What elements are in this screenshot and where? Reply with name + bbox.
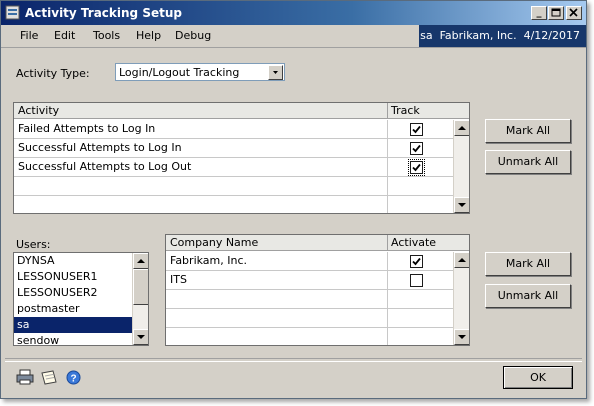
menu-file[interactable]: File: [20, 29, 38, 42]
activity-grid-header: Activity Track: [14, 103, 469, 119]
close-button[interactable]: [566, 6, 582, 20]
arrow-up-icon: [458, 126, 466, 130]
list-item[interactable]: LESSONUSER1: [14, 269, 133, 285]
company-grid: Company Name Activate Fabrikam, Inc. ITS: [165, 234, 470, 346]
ok-label: OK: [530, 371, 546, 384]
users-label: Users:: [16, 238, 51, 251]
mark-all-label: Mark All: [505, 124, 551, 137]
app-icon: [5, 5, 20, 20]
table-row[interactable]: [14, 196, 453, 213]
activity-name: Successful Attempts to Log In: [18, 141, 182, 154]
track-checkbox[interactable]: [410, 123, 423, 136]
minimize-button[interactable]: _: [531, 6, 547, 20]
table-row[interactable]: [14, 177, 453, 196]
list-item[interactable]: postmaster: [14, 301, 133, 317]
company-grid-header: Company Name Activate: [166, 235, 469, 251]
list-item[interactable]: sendow: [14, 333, 133, 345]
chevron-down-icon: [273, 71, 278, 74]
track-checkbox[interactable]: [410, 142, 423, 155]
note-icon[interactable]: [39, 369, 59, 386]
minimize-icon: _: [536, 7, 542, 18]
user-company-date: sa Fabrikam, Inc. 4/12/2017: [419, 25, 586, 47]
checkmark-icon: [412, 163, 421, 172]
company-name-column-header[interactable]: Company Name: [170, 235, 258, 251]
menu-tools[interactable]: Tools: [93, 29, 120, 42]
help-icon[interactable]: ?: [66, 370, 81, 385]
company-name: ITS: [170, 273, 187, 286]
unmark-all-label: Unmark All: [497, 289, 559, 302]
scroll-up-button[interactable]: [133, 253, 148, 269]
unmark-all-label: Unmark All: [497, 155, 559, 168]
track-column-header[interactable]: Track: [391, 103, 420, 119]
table-row[interactable]: Successful Attempts to Log In: [14, 139, 453, 158]
arrow-down-icon: [458, 335, 466, 339]
activity-grid: Activity Track Failed Attempts to Log In…: [13, 102, 470, 214]
table-row[interactable]: [166, 309, 453, 328]
table-row[interactable]: ITS: [166, 271, 453, 290]
company-grid-scrollbar[interactable]: [453, 252, 469, 345]
title-bar: Activity Tracking Setup _: [1, 1, 586, 25]
arrow-up-icon: [458, 258, 466, 262]
users-list[interactable]: DYNSA LESSONUSER1 LESSONUSER2 postmaster…: [13, 252, 149, 346]
table-row[interactable]: Successful Attempts to Log Out: [14, 158, 453, 177]
scroll-down-button[interactable]: [454, 329, 469, 345]
table-row[interactable]: Fabrikam, Inc.: [166, 252, 453, 271]
company-name: Fabrikam, Inc.: [170, 254, 248, 267]
menu-edit[interactable]: Edit: [54, 29, 75, 42]
menu-help[interactable]: Help: [136, 29, 161, 42]
menu-debug[interactable]: Debug: [175, 29, 211, 42]
table-row[interactable]: [166, 290, 453, 309]
maximize-icon: [551, 8, 561, 17]
activity-name: Failed Attempts to Log In: [18, 122, 156, 135]
table-row[interactable]: [166, 328, 453, 345]
list-item[interactable]: DYNSA: [14, 253, 133, 269]
dropdown-button[interactable]: [268, 65, 283, 80]
checkmark-icon: [412, 257, 421, 266]
scroll-thumb[interactable]: [133, 269, 148, 305]
arrow-up-icon: [137, 259, 145, 263]
activity-type-value: Login/Logout Tracking: [119, 66, 240, 79]
activity-type-dropdown[interactable]: Login/Logout Tracking: [115, 63, 285, 81]
activate-checkbox[interactable]: [410, 255, 423, 268]
checkmark-icon: [412, 125, 421, 134]
activity-grid-scrollbar[interactable]: [453, 120, 469, 213]
unmark-all-company-button[interactable]: Unmark All: [485, 284, 571, 308]
users-scrollbar[interactable]: [132, 253, 148, 345]
track-checkbox[interactable]: [408, 159, 425, 176]
mark-all-label: Mark All: [505, 257, 551, 270]
activity-column-header[interactable]: Activity: [18, 103, 59, 119]
list-item-selected[interactable]: sa: [14, 317, 133, 333]
scroll-up-button[interactable]: [454, 120, 469, 136]
unmark-all-activity-button[interactable]: Unmark All: [485, 150, 571, 174]
activity-type-label: Activity Type:: [16, 67, 90, 80]
activate-checkbox[interactable]: [410, 274, 423, 287]
list-item[interactable]: LESSONUSER2: [14, 285, 133, 301]
svg-text:?: ?: [70, 374, 76, 385]
mark-all-company-button[interactable]: Mark All: [485, 252, 571, 276]
window-title: Activity Tracking Setup: [25, 6, 182, 20]
printer-icon[interactable]: [15, 368, 35, 386]
activity-name: Successful Attempts to Log Out: [18, 160, 192, 173]
arrow-down-icon: [137, 335, 145, 339]
scroll-up-button[interactable]: [454, 252, 469, 268]
close-icon: [569, 8, 578, 17]
checkmark-icon: [412, 144, 421, 153]
footer-divider: [5, 358, 582, 362]
maximize-button[interactable]: [548, 6, 564, 20]
scroll-down-button[interactable]: [454, 197, 469, 213]
ok-button[interactable]: OK: [503, 366, 573, 389]
activity-tracking-setup-window: Activity Tracking Setup _ File Edit Tool…: [0, 0, 587, 399]
arrow-down-icon: [458, 203, 466, 207]
scroll-down-button[interactable]: [133, 329, 148, 345]
activate-column-header[interactable]: Activate: [391, 235, 436, 251]
mark-all-activity-button[interactable]: Mark All: [485, 119, 571, 143]
table-row[interactable]: Failed Attempts to Log In: [14, 120, 453, 139]
